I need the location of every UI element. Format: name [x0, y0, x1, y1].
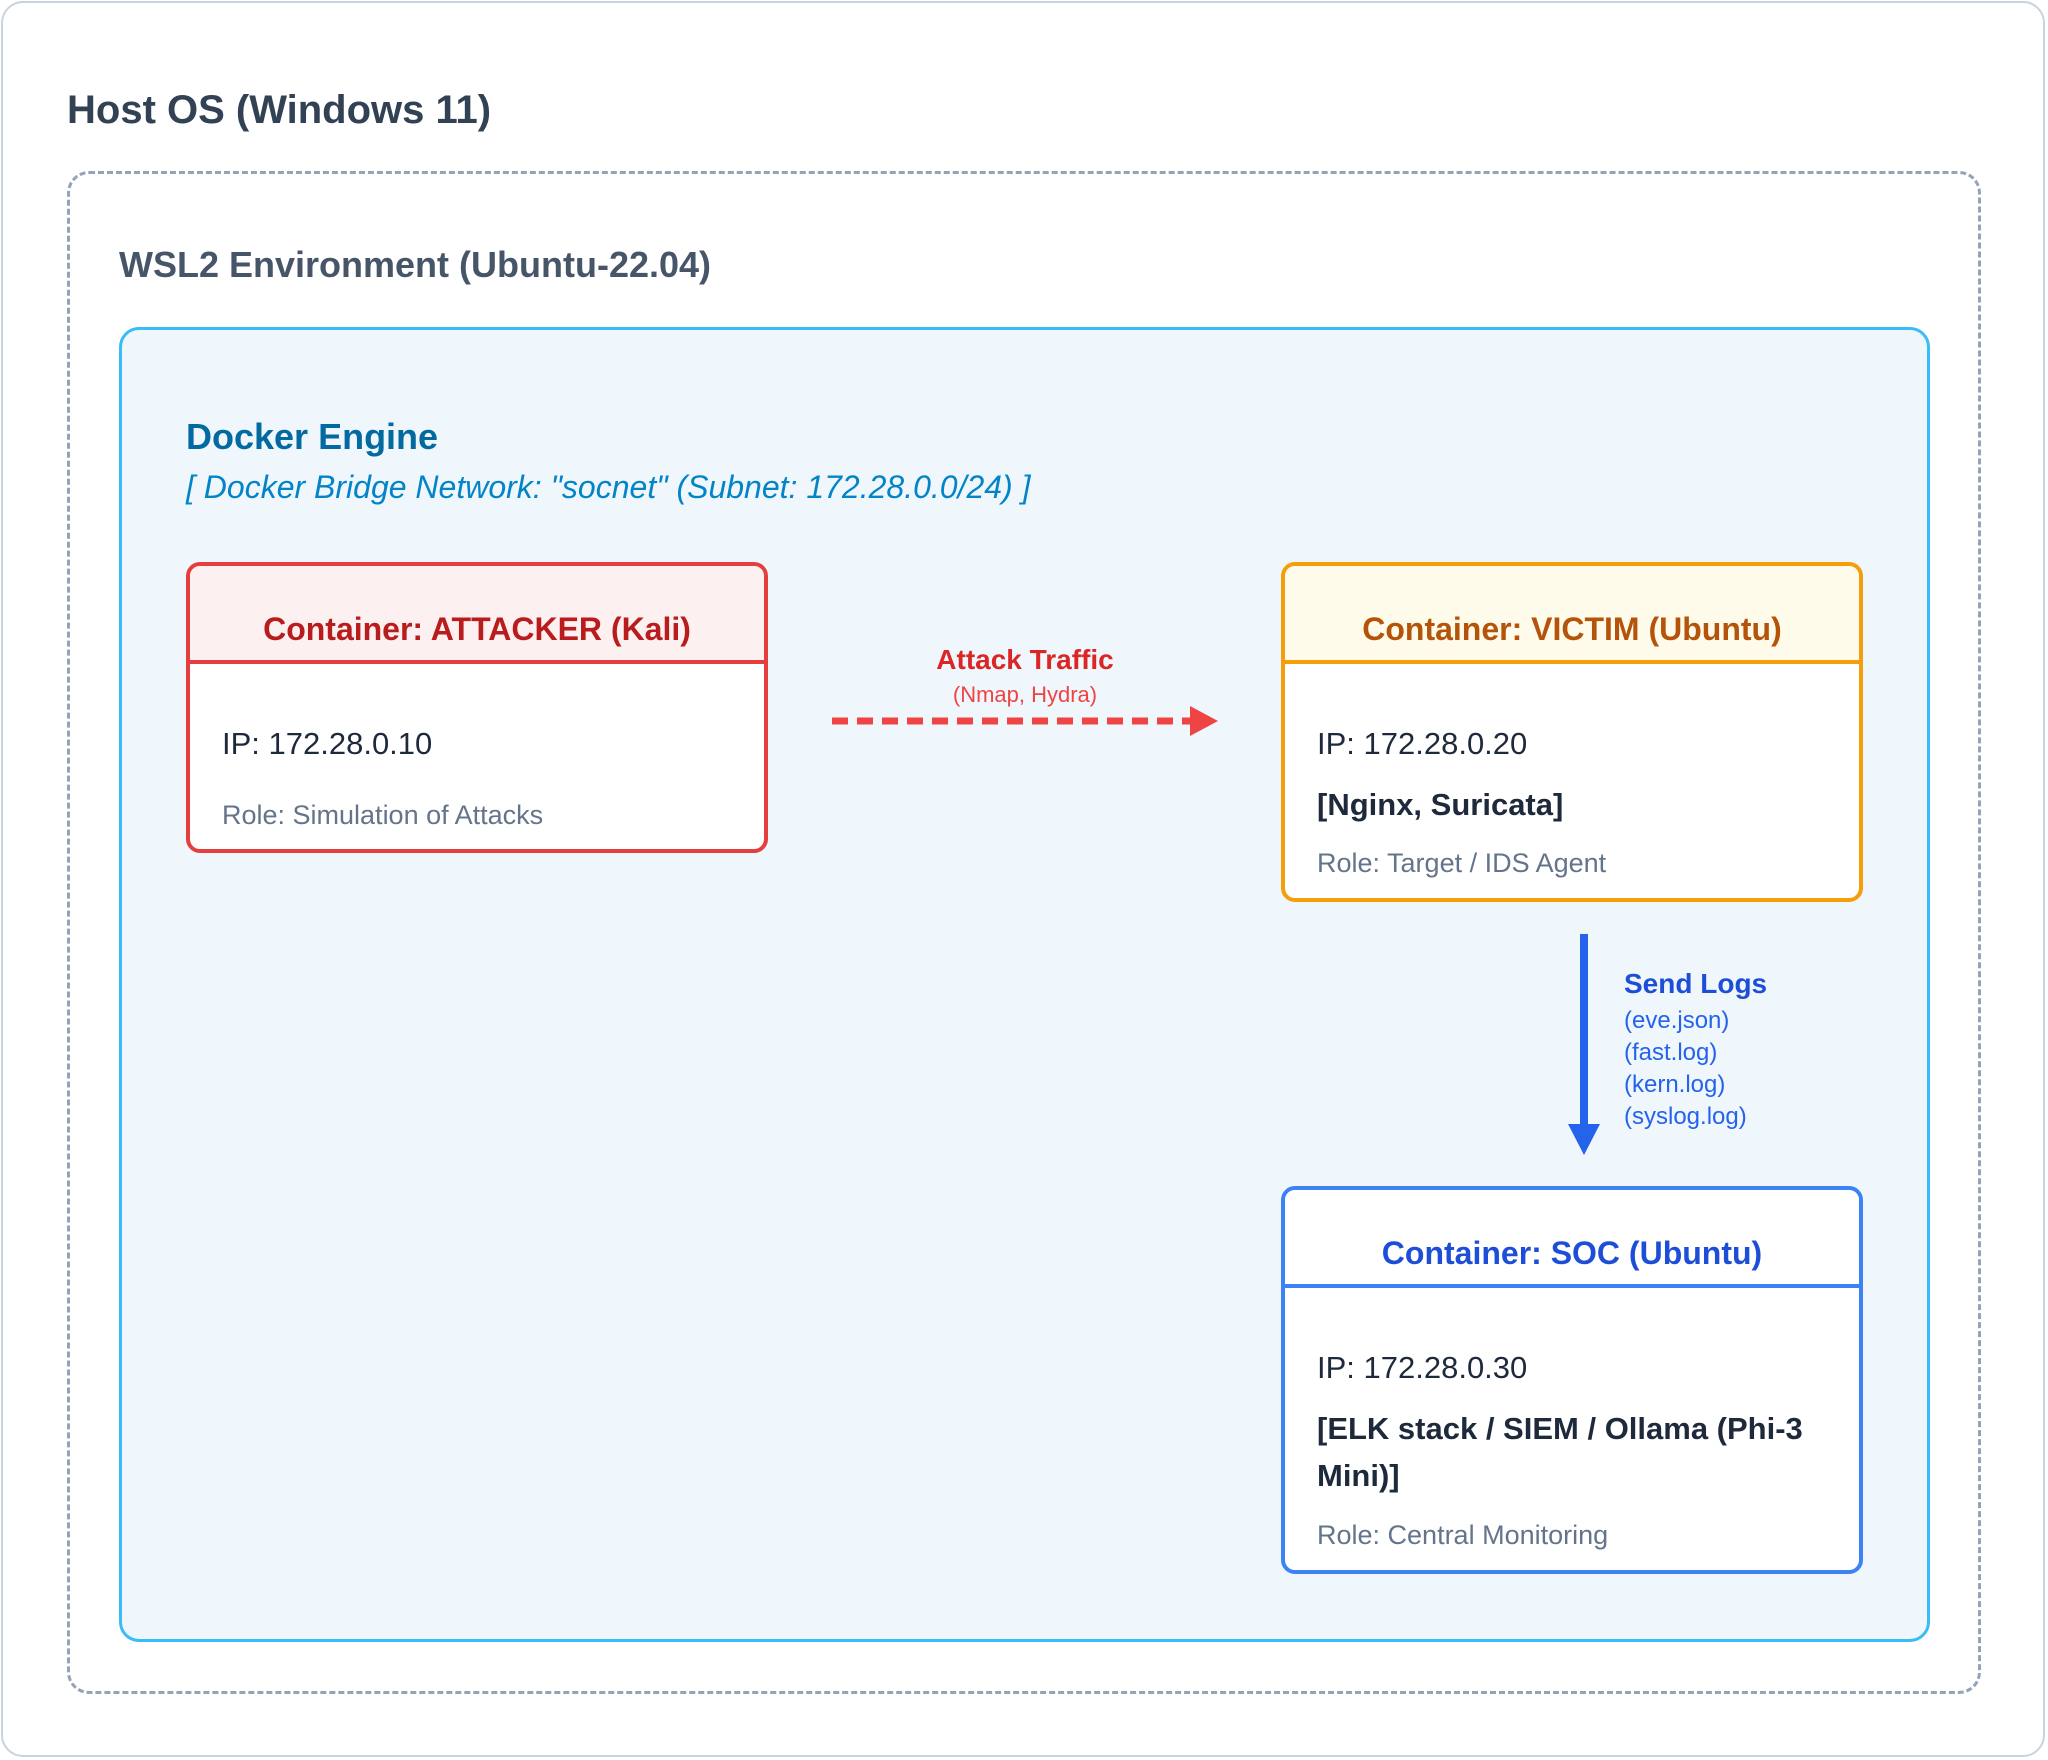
send-logs-files: (eve.json) (fast.log) (kern.log) (syslog…	[1624, 1005, 1747, 1133]
container-attacker: Container: ATTACKER (Kali) IP: 172.28.0.…	[186, 562, 768, 853]
log-file-item: (kern.log)	[1624, 1071, 1726, 1098]
container-attacker-ip: IP: 172.28.0.10	[222, 726, 433, 761]
container-soc-ip: IP: 172.28.0.30	[1317, 1350, 1528, 1385]
container-soc-role: Role: Central Monitoring	[1317, 1520, 1609, 1550]
container-soc: Container: SOC (Ubuntu) IP: 172.28.0.30 …	[1281, 1186, 1863, 1574]
wsl2-environment-title: WSL2 Environment (Ubuntu-22.04)	[119, 244, 712, 285]
log-file-item: (syslog.log)	[1624, 1103, 1747, 1130]
container-soc-title: Container: SOC (Ubuntu)	[1285, 1190, 1859, 1288]
container-victim-role: Role: Target / IDS Agent	[1317, 848, 1607, 878]
log-file-item: (eve.json)	[1624, 1007, 1730, 1034]
attack-traffic-tools: (Nmap, Hydra)	[952, 682, 1098, 707]
container-victim-tools: [Nginx, Suricata]	[1317, 787, 1564, 822]
docker-network-label: [ Docker Bridge Network: "socnet" (Subne…	[186, 469, 1031, 505]
host-os-title: Host OS (Windows 11)	[67, 88, 492, 132]
docker-engine-title: Docker Engine	[186, 416, 439, 457]
container-victim-title: Container: VICTIM (Ubuntu)	[1285, 566, 1859, 664]
container-attacker-role: Role: Simulation of Attacks	[222, 800, 544, 830]
container-victim-ip: IP: 172.28.0.20	[1317, 726, 1528, 761]
container-soc-tools: [ELK stack / SIEM / Ollama (Phi-3 Mini)]	[1317, 1411, 1803, 1493]
log-file-item: (fast.log)	[1624, 1039, 1718, 1066]
container-attacker-title: Container: ATTACKER (Kali)	[190, 566, 764, 664]
attack-traffic-label: Attack Traffic	[936, 644, 1114, 675]
send-logs-label: Send Logs	[1624, 968, 1768, 999]
container-victim: Container: VICTIM (Ubuntu) IP: 172.28.0.…	[1281, 562, 1863, 902]
